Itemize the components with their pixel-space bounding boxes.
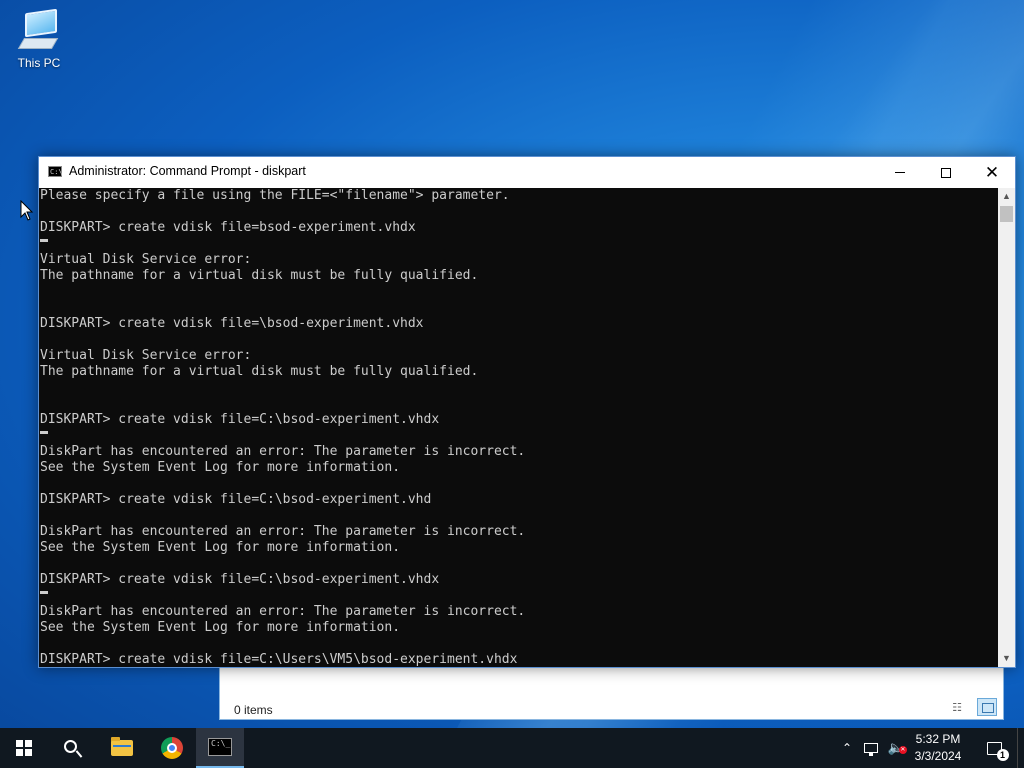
desktop-icon-this-pc[interactable]: This PC [12, 8, 66, 70]
clock-date: 3/3/2024 [914, 749, 962, 763]
taskbar-chrome[interactable] [148, 728, 196, 768]
details-view-icon[interactable]: ☷ [949, 701, 965, 715]
console-artifact [40, 239, 48, 242]
vertical-scrollbar[interactable]: ▲ ▼ [998, 188, 1015, 667]
start-button[interactable] [0, 728, 48, 768]
network-button[interactable] [860, 728, 882, 768]
console-line: See the System Event Log for more inform… [40, 460, 401, 475]
chrome-icon [161, 737, 183, 759]
scroll-up-arrow-icon[interactable]: ▲ [998, 188, 1015, 205]
command-prompt-window[interactable]: C:\ Administrator: Command Prompt - disk… [38, 156, 1016, 668]
console-line: DiskPart has encountered an error: The p… [40, 604, 526, 619]
action-center-button[interactable]: 1 [982, 728, 1009, 768]
console-line: Virtual Disk Service error: [40, 348, 252, 363]
console-line: See the System Event Log for more inform… [40, 540, 401, 555]
console-line: DISKPART> create vdisk file=\bsod-experi… [40, 316, 424, 331]
console-line: The pathname for a virtual disk must be … [40, 364, 479, 379]
command-prompt-icon: C:\_ [208, 738, 232, 756]
mouse-pointer-icon [20, 200, 34, 221]
close-button[interactable]: ✕ [969, 157, 1015, 188]
console-output[interactable]: Please specify a file using the FILE=<"f… [39, 188, 999, 667]
title-bar[interactable]: C:\ Administrator: Command Prompt - disk… [39, 157, 1015, 188]
clock-time: 5:32 PM [915, 732, 961, 746]
volume-button[interactable]: 🔈 ✕ [884, 728, 908, 768]
this-pc-icon [17, 8, 59, 52]
file-explorer-icon [111, 737, 133, 756]
scrollbar-thumb[interactable] [1000, 206, 1013, 222]
file-explorer-window[interactable]: 0 items ☷ [219, 662, 1004, 720]
status-bar-item-count: 0 items [234, 703, 273, 717]
console-line: DISKPART> create vdisk file=C:\bsod-expe… [40, 572, 440, 587]
console-artifact [40, 431, 48, 434]
maximize-button[interactable] [923, 157, 969, 188]
console-line: DiskPart has encountered an error: The p… [40, 444, 526, 459]
clock[interactable]: 5:32 PM 3/3/2024 [910, 731, 966, 765]
show-hidden-icons-button[interactable]: ⌃ [836, 728, 858, 768]
console-line: The pathname for a virtual disk must be … [40, 268, 479, 283]
start-icon [16, 740, 32, 756]
taskbar-command-prompt[interactable]: C:\_ [196, 728, 244, 768]
chevron-up-icon: ⌃ [841, 741, 853, 755]
console-line: DISKPART> create vdisk file=C:\Users\VM5… [40, 652, 518, 667]
console-line: Virtual Disk Service error: [40, 252, 252, 267]
large-icons-view-icon[interactable] [977, 698, 997, 716]
search-button[interactable] [48, 728, 96, 768]
console-line [39, 588, 999, 604]
minimize-icon [895, 172, 905, 173]
console-line: DISKPART> create vdisk file=C:\bsod-expe… [40, 492, 432, 507]
notification-icon: 1 [986, 741, 1009, 761]
console-line: See the System Event Log for more inform… [40, 620, 401, 635]
console-line: DISKPART> create vdisk file=bsod-experim… [40, 220, 416, 235]
scroll-down-arrow-icon[interactable]: ▼ [998, 650, 1015, 667]
console-line: DISKPART> create vdisk file=C:\bsod-expe… [40, 412, 440, 427]
console-line: Please specify a file using the FILE=<"f… [40, 188, 510, 203]
volume-muted-icon: 🔈 ✕ [887, 740, 907, 755]
desktop-icon-label: This PC [17, 56, 61, 70]
show-desktop-button[interactable] [1017, 728, 1024, 768]
notification-count-badge: 1 [996, 748, 1009, 761]
console-line [39, 236, 999, 252]
console-artifact [40, 591, 48, 594]
minimize-button[interactable] [877, 157, 923, 188]
search-icon [63, 739, 77, 753]
console-line [39, 428, 999, 444]
network-icon [864, 743, 878, 756]
window-title: Administrator: Command Prompt - diskpart [69, 164, 306, 178]
taskbar-file-explorer[interactable] [98, 728, 146, 768]
close-icon: ✕ [984, 162, 1000, 183]
console-line: DiskPart has encountered an error: The p… [40, 524, 526, 539]
maximize-icon [941, 167, 951, 178]
taskbar: C:\_ ⌃ 🔈 ✕ 5:32 PM 3/3/2024 1 [0, 728, 1024, 768]
command-prompt-icon: C:\ [48, 166, 63, 177]
